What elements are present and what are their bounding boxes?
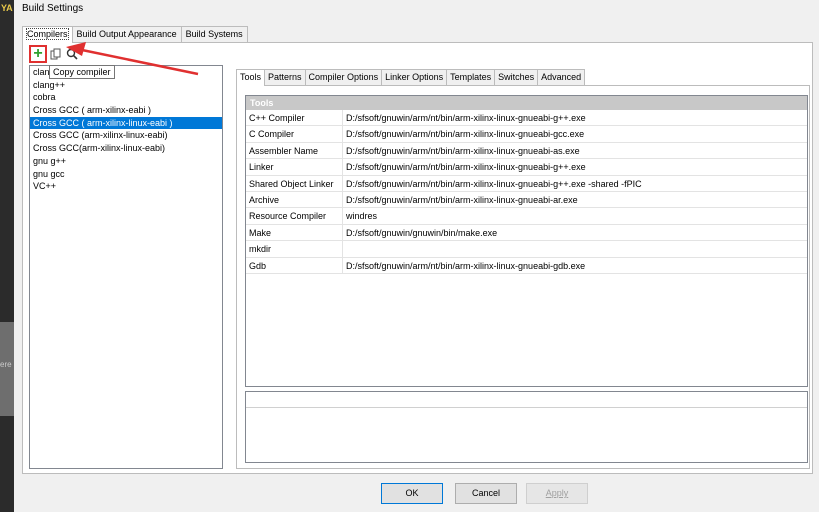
table-row[interactable]: Gdb D:/sfsoft/gnuwin/arm/nt/bin/arm-xilin… (246, 257, 807, 274)
table-row[interactable]: Resource Compiler windres (246, 208, 807, 225)
table-row[interactable]: Make D:/sfsoft/gnuwin/gnuwin/bin/make.exe (246, 224, 807, 242)
background-panel-text: ere (0, 360, 12, 369)
tools-panel: Tools C++ Compiler D:/sfsoft/gnuwin/arm/n… (236, 85, 810, 469)
build-settings-dialog: Build Settings Compilers Build Output Ap… (14, 0, 819, 512)
property-value[interactable]: D:/sfsoft/gnuwin/gnuwin/bin/make.exe (343, 225, 807, 240)
background-panel: ere (0, 322, 14, 416)
list-item[interactable]: cobra (30, 91, 222, 104)
list-item[interactable]: VC++ (30, 180, 222, 193)
tab-tools[interactable]: Tools (236, 69, 266, 86)
background-app-text: YA (1, 3, 13, 13)
table-row[interactable]: Assembler Name D:/sfsoft/gnuwin/arm/nt/bi… (246, 142, 807, 160)
find-compiler-button[interactable] (65, 47, 79, 61)
property-name: Archive (246, 191, 343, 208)
property-name: Linker (246, 159, 343, 175)
list-item[interactable]: Cross GCC(arm-xilinx-linux-eabi) (30, 142, 222, 155)
compiler-list[interactable]: clang clang++ cobra Cross GCC ( arm-xili… (29, 65, 223, 469)
plus-icon: + (33, 45, 43, 62)
cancel-button[interactable]: Cancel (455, 483, 517, 504)
property-value[interactable] (343, 241, 807, 256)
property-value[interactable]: D:/sfsoft/gnuwin/arm/nt/bin/arm-xilinx-l… (343, 192, 807, 207)
list-item[interactable]: gnu g++ (30, 155, 222, 168)
property-name: C Compiler (246, 126, 343, 142)
table-row[interactable]: Archive D:/sfsoft/gnuwin/arm/nt/bin/arm-x… (246, 191, 807, 209)
background-app-strip: YA ere (0, 0, 14, 512)
add-compiler-button[interactable]: + (29, 45, 47, 63)
tab-advanced[interactable]: Advanced (537, 69, 586, 85)
property-name: Shared Object Linker (246, 175, 343, 191)
property-name: mkdir (246, 241, 343, 257)
property-name: Resource Compiler (246, 208, 343, 224)
list-item[interactable]: Cross GCC (arm-xilinx-linux-eabi) (30, 129, 222, 142)
property-name: Make (246, 224, 343, 241)
settings-tab-bar: Tools Patterns Compiler Options Linker O… (236, 69, 586, 86)
list-item[interactable]: clang++ (30, 79, 222, 92)
tab-build-systems-label: Build Systems (185, 29, 243, 39)
property-value[interactable]: D:/sfsoft/gnuwin/arm/nt/bin/arm-xilinx-l… (343, 176, 807, 191)
list-item[interactable]: gnu gcc (30, 168, 222, 181)
search-icon (66, 48, 78, 60)
property-name: C++ Compiler (246, 110, 343, 126)
property-value[interactable]: D:/sfsoft/gnuwin/arm/nt/bin/arm-xilinx-l… (343, 258, 807, 273)
tab-patterns[interactable]: Patterns (264, 69, 306, 85)
table-row[interactable]: mkdir (246, 241, 807, 258)
dialog-title: Build Settings (22, 3, 84, 14)
tab-compilers-label: Compilers (26, 28, 69, 40)
copy-icon (50, 48, 61, 60)
tab-linker-options[interactable]: Linker Options (381, 69, 448, 85)
property-value[interactable]: D:/sfsoft/gnuwin/arm/nt/bin/arm-xilinx-l… (343, 110, 807, 125)
compiler-toolbar: + (29, 45, 81, 63)
description-divider (246, 407, 807, 408)
list-item[interactable]: Cross GCC ( arm-xilinx-eabi ) (30, 104, 222, 117)
property-value[interactable]: D:/sfsoft/gnuwin/arm/nt/bin/arm-xilinx-l… (343, 143, 807, 158)
tab-build-systems[interactable]: Build Systems (180, 26, 248, 42)
property-value[interactable]: windres (343, 208, 807, 223)
tab-templates[interactable]: Templates (446, 69, 496, 85)
tab-build-output-appearance[interactable]: Build Output Appearance (71, 26, 182, 42)
property-name: Assembler Name (246, 142, 343, 159)
table-row[interactable]: C++ Compiler D:/sfsoft/gnuwin/arm/nt/bin/… (246, 110, 807, 127)
copy-compiler-tooltip: Copy compiler (49, 65, 115, 79)
tools-property-grid: Tools C++ Compiler D:/sfsoft/gnuwin/arm/n… (245, 95, 808, 387)
description-box (245, 391, 808, 463)
compilers-panel: + Copy compiler clang clang++ cobra Cros… (22, 42, 813, 474)
table-row[interactable]: C Compiler D:/sfsoft/gnuwin/arm/nt/bin/ar… (246, 126, 807, 143)
main-tab-bar: Compilers Build Output Appearance Build … (22, 26, 248, 43)
tab-compilers[interactable]: Compilers (22, 26, 73, 43)
tab-compiler-options[interactable]: Compiler Options (304, 69, 383, 85)
tab-build-output-appearance-label: Build Output Appearance (76, 29, 177, 39)
dialog-buttons: OK Cancel Apply (14, 483, 819, 505)
ok-button[interactable]: OK (381, 483, 443, 504)
apply-button[interactable]: Apply (526, 483, 588, 504)
table-row[interactable]: Shared Object Linker D:/sfsoft/gnuwin/arm… (246, 175, 807, 192)
tab-switches[interactable]: Switches (494, 69, 539, 85)
copy-compiler-button[interactable] (49, 47, 63, 61)
compiler-settings: Tools Patterns Compiler Options Linker O… (230, 69, 812, 469)
property-name: Gdb (246, 257, 343, 273)
property-value[interactable]: D:/sfsoft/gnuwin/arm/nt/bin/arm-xilinx-l… (343, 159, 807, 174)
tools-header: Tools (246, 96, 807, 110)
property-value[interactable]: D:/sfsoft/gnuwin/arm/nt/bin/arm-xilinx-l… (343, 126, 807, 141)
table-row[interactable]: Linker D:/sfsoft/gnuwin/arm/nt/bin/arm-xi… (246, 159, 807, 176)
list-item-selected[interactable]: Cross GCC ( arm-xilinx-linux-eabi ) (30, 116, 222, 130)
